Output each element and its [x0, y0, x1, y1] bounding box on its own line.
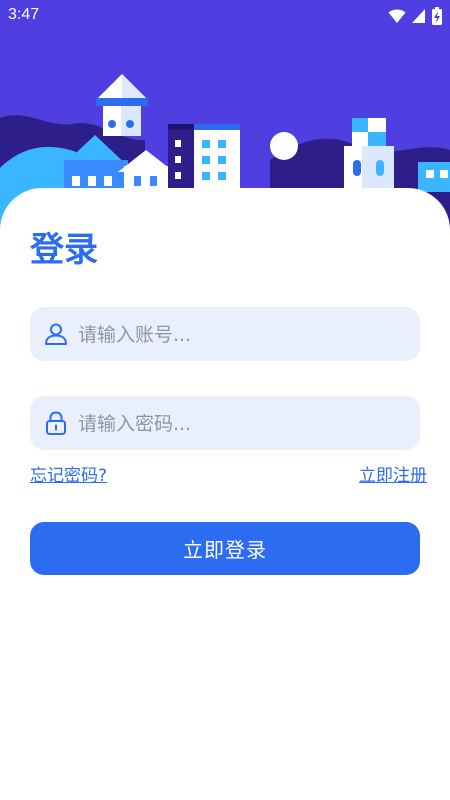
password-field[interactable]: [30, 396, 420, 452]
lock-icon: [46, 411, 66, 435]
user-icon: [45, 323, 67, 345]
status-bar: 3:47: [0, 0, 450, 32]
username-field[interactable]: [30, 307, 420, 363]
page-title: 登录: [30, 230, 98, 270]
signal-icon: [412, 9, 425, 23]
password-input[interactable]: [76, 396, 410, 452]
wifi-icon: [388, 9, 406, 23]
username-input[interactable]: [76, 307, 410, 363]
status-icons: [388, 7, 442, 25]
forgot-password-link[interactable]: 忘记密码?: [30, 461, 107, 486]
battery-charging-icon: [432, 7, 442, 25]
register-link[interactable]: 立即注册: [359, 461, 427, 486]
status-time: 3:47: [8, 6, 40, 23]
login-button[interactable]: 立即登录: [30, 522, 420, 575]
login-card: [0, 188, 450, 800]
